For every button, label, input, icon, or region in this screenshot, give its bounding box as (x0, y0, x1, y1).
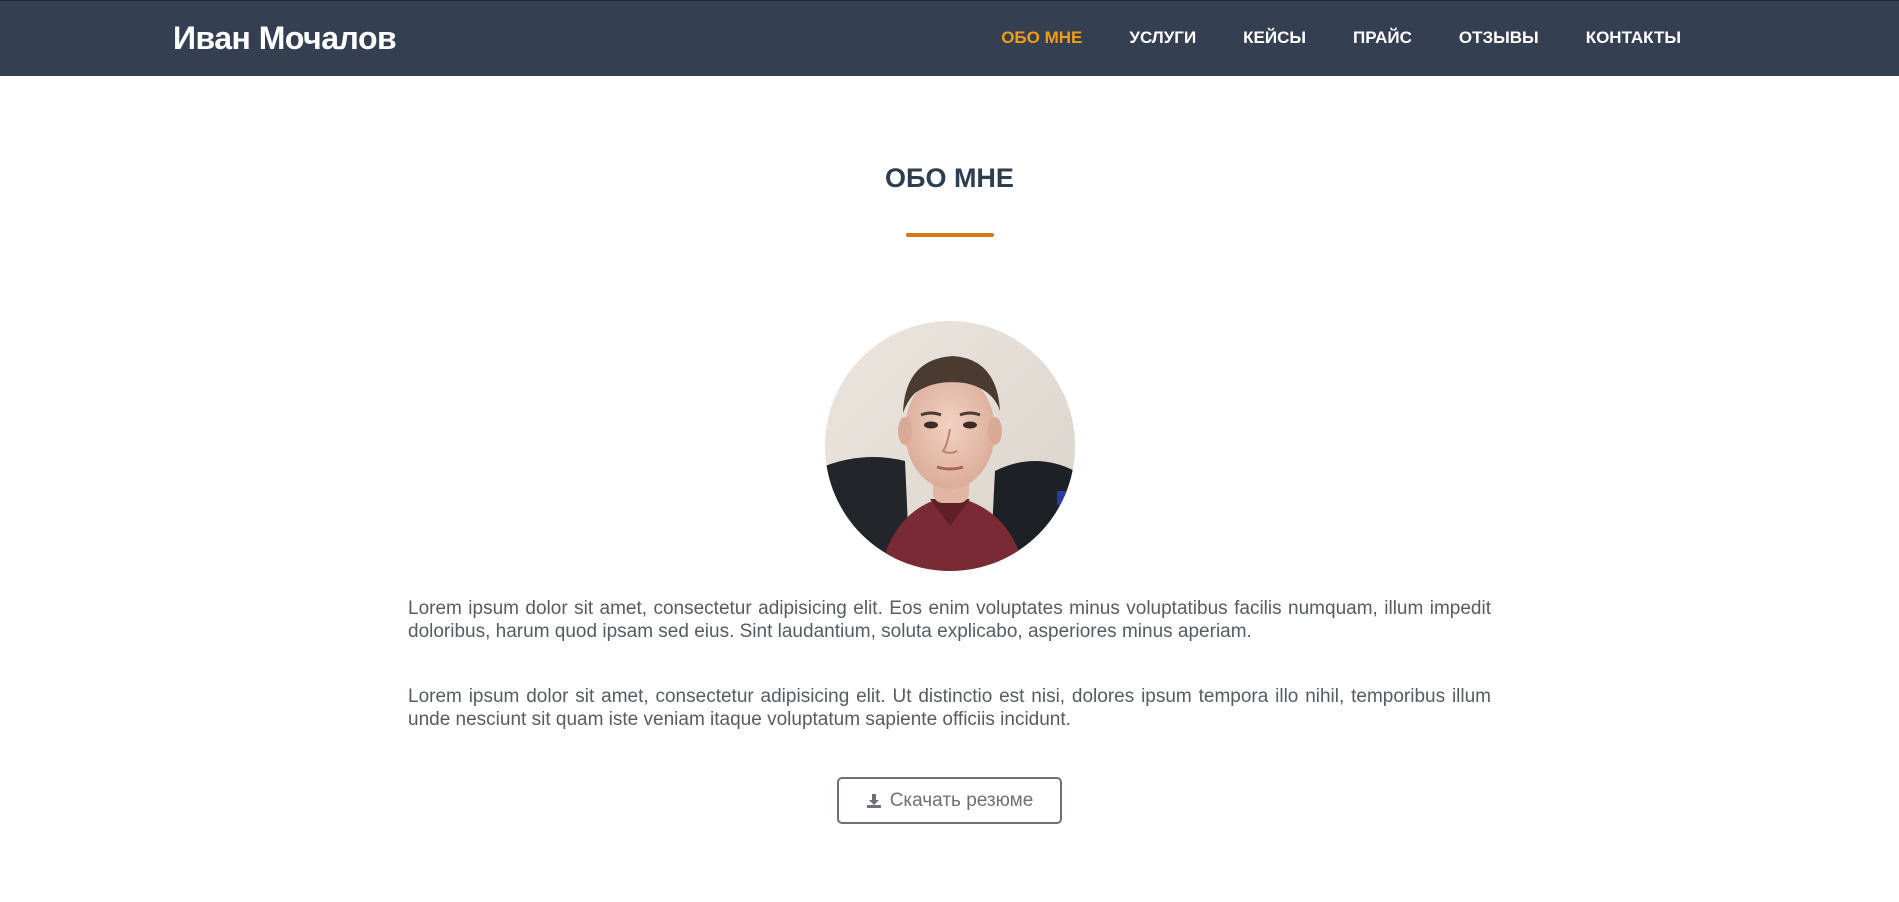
avatar (825, 321, 1075, 571)
main-nav: ОБО МНЕ УСЛУГИ КЕЙСЫ ПРАЙС ОТЗЫВЫ КОНТАК… (954, 28, 1681, 48)
nav-item-services[interactable]: УСЛУГИ (1129, 28, 1196, 48)
download-resume-label: Скачать резюме (889, 789, 1034, 811)
avatar-photo (825, 321, 1075, 571)
download-icon (866, 793, 882, 809)
title-underline (906, 233, 994, 237)
brand-logo[interactable]: Иван Мочалов (173, 20, 397, 57)
download-resume-button[interactable]: Скачать резюме (837, 777, 1062, 824)
nav-item-about[interactable]: ОБО МНЕ (1001, 28, 1082, 48)
section-title: ОБО МНЕ (885, 163, 1014, 193)
bio-paragraph-2: Lorem ipsum dolor sit amet, consectetur … (408, 686, 1491, 730)
nav-item-contacts[interactable]: КОНТАКТЫ (1586, 28, 1681, 48)
nav-item-price[interactable]: ПРАЙС (1353, 28, 1412, 48)
nav-item-reviews[interactable]: ОТЗЫВЫ (1459, 28, 1539, 48)
nav-item-cases[interactable]: КЕЙСЫ (1243, 28, 1306, 48)
bio-paragraph-1: Lorem ipsum dolor sit amet, consectetur … (408, 598, 1491, 642)
navbar: Иван Мочалов ОБО МНЕ УСЛУГИ КЕЙСЫ ПРАЙС … (0, 0, 1899, 76)
